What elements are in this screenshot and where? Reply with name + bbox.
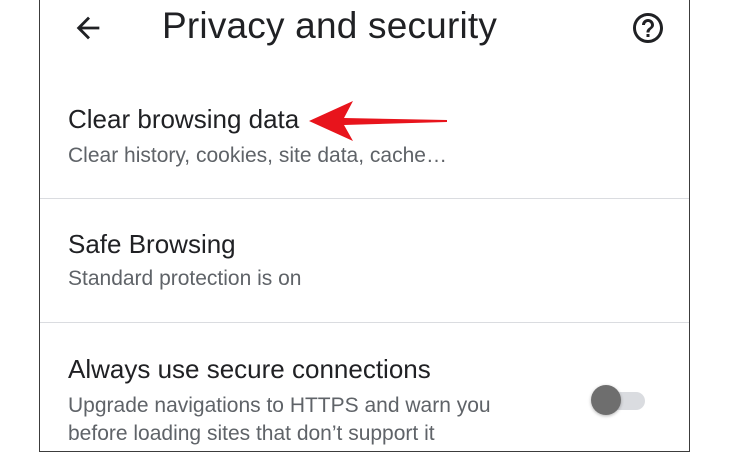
safe-browsing-subtitle: Standard protection is on	[68, 267, 302, 290]
safe-browsing-item[interactable]: Safe Browsing Standard protection is on	[40, 199, 689, 322]
secure-connections-toggle[interactable]	[591, 383, 645, 417]
clear-browsing-data-title: Clear browsing data	[68, 104, 300, 134]
back-button[interactable]	[68, 8, 108, 48]
red-arrow-annotation	[309, 101, 447, 141]
safe-browsing-title: Safe Browsing	[68, 229, 236, 259]
top-app-bar: Privacy and security	[40, 0, 689, 60]
arrow-left-icon	[76, 16, 100, 40]
secure-connections-subtitle-line2: before loading sites that don’t support …	[68, 422, 435, 445]
secure-connections-title: Always use secure connections	[68, 354, 431, 384]
arrow-left-annotation-icon	[309, 101, 447, 141]
clear-browsing-data-subtitle: Clear history, cookies, site data, cache…	[68, 144, 447, 167]
help-button[interactable]	[628, 8, 668, 48]
secure-connections-item[interactable]: Always use secure connections Upgrade na…	[40, 323, 689, 451]
help-circle-icon	[633, 13, 663, 43]
secure-connections-subtitle-line1: Upgrade navigations to HTTPS and warn yo…	[68, 394, 491, 417]
settings-screen: Privacy and security Clear browsing data…	[39, 0, 690, 452]
page-title: Privacy and security	[162, 5, 498, 46]
toggle-thumb	[591, 385, 621, 415]
secure-connections-subtitle: Upgrade navigations to HTTPS and warn yo…	[68, 392, 491, 448]
